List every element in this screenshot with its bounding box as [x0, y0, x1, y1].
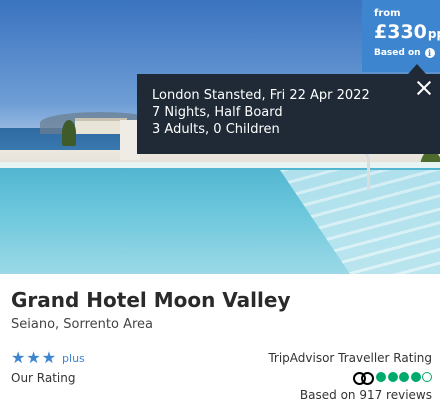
star-rating: ★ ★ ★ plus — [11, 350, 85, 366]
photo-handrail — [300, 150, 370, 190]
price-per-person: pp — [427, 27, 440, 41]
tripadvisor-label: TripAdvisor Traveller Rating — [268, 351, 432, 365]
tripadvisor-bubbles — [268, 371, 432, 385]
hotel-name[interactable]: Grand Hotel Moon Valley — [11, 288, 291, 312]
price-details-tooltip: London Stansted, Fri 22 Apr 2022 7 Night… — [137, 74, 440, 154]
tripadvisor-review-count[interactable]: Based on 917 reviews — [268, 388, 432, 402]
tooltip-passengers: 3 Adults, 0 Children — [152, 122, 280, 137]
star-icon: ★ — [11, 348, 26, 367]
our-rating: ★ ★ ★ plus Our Rating — [11, 350, 85, 386]
tripadvisor-owl-icon — [352, 371, 374, 385]
our-rating-label: Our Rating — [11, 371, 76, 385]
info-icon[interactable]: i — [424, 48, 435, 58]
tooltip-duration-board: 7 Nights, Half Board — [152, 105, 283, 120]
close-icon[interactable] — [416, 80, 432, 96]
star-icon: ★ — [41, 348, 57, 367]
rating-bubble-filled — [387, 372, 398, 382]
photo-pool-edge — [0, 162, 440, 168]
rating-bubble-filled — [376, 372, 386, 382]
hotel-location: Seiano, Sorrento Area — [11, 317, 154, 332]
rating-bubble-empty — [422, 372, 432, 382]
price-based-on-label: Based on — [374, 48, 421, 58]
rating-bubble-filled — [399, 372, 409, 382]
price-row: £330 pp — [374, 21, 440, 43]
photo-palm — [62, 120, 76, 146]
rating-plus-label: plus — [62, 351, 85, 365]
price-badge[interactable]: from £330 pp Based on i — [362, 0, 440, 72]
tripadvisor-rating[interactable]: TripAdvisor Traveller Rating Based on 91… — [268, 351, 432, 402]
rating-bubble-filled — [410, 372, 421, 382]
tooltip-departure: London Stansted, Fri 22 Apr 2022 — [152, 88, 370, 103]
tooltip-arrow — [408, 64, 426, 74]
price-from-label: from — [374, 8, 401, 19]
price-based-on[interactable]: Based on i — [374, 48, 440, 58]
hotel-card[interactable]: from £330 pp Based on i London Stansted,… — [0, 0, 440, 413]
star-icon: ★ — [26, 348, 41, 367]
price-amount: £330 — [374, 21, 427, 43]
